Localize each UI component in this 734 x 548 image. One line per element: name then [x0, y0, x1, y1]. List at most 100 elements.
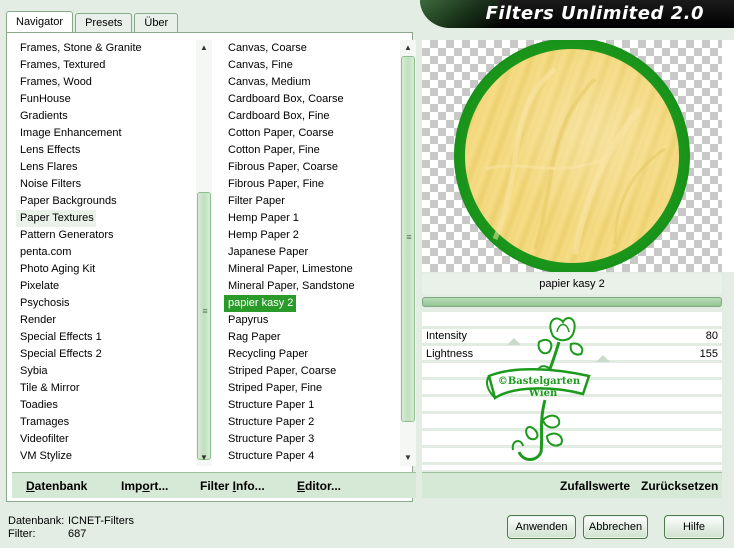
preview-canvas[interactable]	[422, 40, 722, 272]
watermark-text: ©Bastelgarten	[498, 376, 581, 387]
param-label: Lightness	[426, 348, 474, 360]
list-item[interactable]: Special Effects 2	[16, 346, 192, 363]
list-item[interactable]: Mineral Paper, Limestone	[224, 261, 400, 278]
apply-button[interactable]: Anwenden	[507, 515, 576, 539]
scroll-up-arrow-icon[interactable]: ▲	[196, 40, 212, 56]
list-item[interactable]: Render	[16, 312, 192, 329]
list-item[interactable]: Sybia	[16, 363, 192, 380]
import-button[interactable]: Import...	[121, 479, 168, 493]
list-item[interactable]: Filter Paper	[224, 193, 400, 210]
list-item[interactable]: Videofilter	[16, 431, 192, 448]
grip-icon: ≡	[406, 232, 412, 242]
database-label: Datenbank:	[8, 515, 65, 527]
list-item[interactable]: Lens Flares	[16, 159, 192, 176]
list-item[interactable]: Paper Textures	[16, 210, 96, 227]
tab-about[interactable]: Über	[134, 13, 179, 32]
progress-bar	[422, 297, 722, 307]
list-item[interactable]: Special Effects 1	[16, 329, 192, 346]
grip-icon: ≡	[202, 306, 208, 316]
list-item[interactable]: Gradients	[16, 108, 192, 125]
list-item[interactable]: Japanese Paper	[224, 244, 400, 261]
title-banner: Filters Unlimited 2.0	[420, 0, 734, 28]
slider-marker-icon[interactable]	[596, 355, 610, 362]
list-item[interactable]: Image Enhancement	[16, 125, 192, 142]
scroll-down-arrow-icon[interactable]: ▼	[400, 450, 416, 466]
list-item[interactable]: Cotton Paper, Coarse	[224, 125, 400, 142]
list-item[interactable]: Pattern Generators	[16, 227, 192, 244]
editor-button[interactable]: Editor...	[297, 479, 341, 493]
watermark-text-2: Wien	[528, 388, 558, 399]
current-filter-name: papier kasy 2	[422, 274, 722, 294]
param-label: Intensity	[426, 330, 467, 342]
scroll-thumb[interactable]: ≡	[197, 192, 211, 460]
cancel-button[interactable]: Abbrechen	[583, 515, 648, 539]
filter-list[interactable]: Canvas, Coarse Canvas, Fine Canvas, Medium…	[224, 40, 416, 466]
database-value: ICNET-Filters	[68, 515, 134, 527]
list-item[interactable]: Striped Paper, Fine	[224, 380, 400, 397]
randomize-button[interactable]: Zufallswerte	[560, 479, 630, 493]
app-title: Filters Unlimited 2.0	[485, 3, 704, 24]
list-item[interactable]: Photo Aging Kit	[16, 261, 192, 278]
reset-button[interactable]: Zurücksetzen	[641, 479, 718, 493]
list-item[interactable]: VM Stylize	[16, 448, 192, 465]
filter-count-label: Filter:	[8, 528, 36, 540]
list-item[interactable]: Mineral Paper, Sandstone	[224, 278, 400, 295]
list-item[interactable]: Frames, Stone & Granite	[16, 40, 192, 57]
param-value: 80	[705, 330, 718, 342]
list-item[interactable]: Tile & Mirror	[16, 380, 192, 397]
list-item[interactable]: Canvas, Medium	[224, 74, 400, 91]
list-item[interactable]: Structure Paper 4	[224, 448, 400, 465]
tab-presets[interactable]: Presets	[75, 13, 133, 32]
help-button[interactable]: Hilfe	[664, 515, 724, 539]
filter-count-value: 687	[68, 528, 87, 540]
list-item[interactable]: Toadies	[16, 397, 192, 414]
list-item[interactable]: Structure Paper 1	[224, 397, 400, 414]
scroll-up-arrow-icon[interactable]: ▲	[400, 40, 416, 56]
list-item[interactable]: Hemp Paper 2	[224, 227, 400, 244]
list-item[interactable]: Structure Paper 3	[224, 431, 400, 448]
list-item[interactable]: Pixelate	[16, 278, 192, 295]
list-item[interactable]: Frames, Wood	[16, 74, 192, 91]
status-info: Datenbank: ICNET-Filters Filter: 687	[8, 515, 134, 541]
list-item[interactable]: Canvas, Fine	[224, 57, 400, 74]
list-item[interactable]: Fibrous Paper, Fine	[224, 176, 400, 193]
list-item[interactable]: Noise Filters	[16, 176, 192, 193]
category-scrollbar[interactable]: ▲ ≡ ▼	[196, 40, 212, 466]
list-item[interactable]: Frames, Textured	[16, 57, 192, 74]
list-item[interactable]: Recycling Paper	[224, 346, 400, 363]
param-value: 155	[699, 348, 718, 360]
list-item[interactable]: Cardboard Box, Coarse	[224, 91, 400, 108]
list-item[interactable]: Hemp Paper 1	[224, 210, 400, 227]
list-item[interactable]: Paper Backgrounds	[16, 193, 192, 210]
list-item[interactable]: Cotton Paper, Fine	[224, 142, 400, 159]
marble-swirl-icon	[484, 67, 666, 255]
scroll-thumb[interactable]: ≡	[401, 56, 415, 422]
tab-navigator[interactable]: Navigator	[6, 11, 74, 32]
list-item[interactable]: Canvas, Coarse	[224, 40, 400, 57]
tab-bar: Navigator Presets Über	[6, 11, 180, 33]
scroll-down-arrow-icon[interactable]: ▼	[196, 450, 212, 466]
category-items: Frames, Stone & Granite Frames, Textured F…	[16, 40, 192, 465]
category-list[interactable]: Frames, Stone & Granite Frames, Textured F…	[16, 40, 212, 466]
watermark-logo-icon: ©Bastelgarten Wien	[486, 317, 591, 461]
list-item[interactable]: Fibrous Paper, Coarse	[224, 159, 400, 176]
list-item[interactable]: papier kasy 2	[224, 295, 296, 312]
list-item[interactable]: Psychosis	[16, 295, 192, 312]
filter-scrollbar[interactable]: ▲ ≡ ▼	[400, 40, 416, 466]
list-item[interactable]: Cardboard Box, Fine	[224, 108, 400, 125]
database-button[interactable]: Datenbank	[26, 479, 87, 493]
preview-circle-texture	[465, 49, 679, 263]
list-item[interactable]: Lens Effects	[16, 142, 192, 159]
list-item[interactable]: FunHouse	[16, 91, 192, 108]
filter-info-button[interactable]: Filter Info...	[200, 479, 265, 493]
list-item[interactable]: Structure Paper 2	[224, 414, 400, 431]
list-item[interactable]: penta.com	[16, 244, 192, 261]
list-item[interactable]: Striped Paper, Coarse	[224, 363, 400, 380]
preview-toolbar: Zufallswerte Zurücksetzen	[422, 472, 722, 498]
list-item[interactable]: Rag Paper	[224, 329, 400, 346]
navigator-toolbar: Datenbank Import... Filter Info... Edito…	[12, 472, 416, 498]
filter-items: Canvas, Coarse Canvas, Fine Canvas, Medium…	[224, 40, 400, 465]
list-item[interactable]: Papyrus	[224, 312, 400, 329]
list-item[interactable]: Tramages	[16, 414, 192, 431]
preview-edge	[722, 40, 734, 272]
